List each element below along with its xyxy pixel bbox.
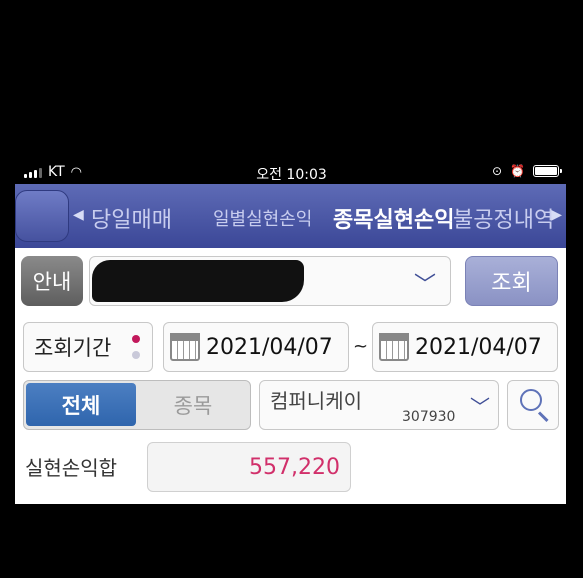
period-row: 조회기간 2021/04/07 ~ 2021/04/07	[15, 320, 566, 374]
account-select[interactable]: 3 ﹀	[89, 256, 451, 306]
redaction-mask	[92, 260, 304, 302]
tab-daily-realized-pl[interactable]: 일별실현손익	[213, 205, 312, 231]
stock-toggle-button[interactable]: 종목	[138, 383, 248, 426]
status-right: ⊙ ⏰	[491, 164, 562, 178]
battery-icon	[533, 165, 562, 177]
summary-row: 실현손익합 557,220	[15, 440, 566, 498]
rotation-lock-icon: ⊙	[491, 164, 503, 178]
chevron-down-icon: ﹀	[413, 273, 436, 298]
tab-stock-realized-pl[interactable]: 종목실현손익	[333, 202, 454, 234]
tab-unfair-history[interactable]: 불공정내역	[453, 202, 554, 234]
stock-search-button[interactable]	[507, 380, 559, 430]
tab-bar: ◀ 당일매매 일별실현손익 종목실현손익 불공정내역 ▶	[15, 184, 566, 248]
stock-select[interactable]: 컴퍼니케이 307930 ﹀	[259, 380, 499, 430]
stock-code: 307930	[402, 409, 456, 425]
page-dots	[132, 335, 140, 359]
search-icon	[520, 389, 542, 411]
end-date-value: 2021/04/07	[415, 334, 542, 360]
chevron-down-icon: ﹀	[470, 395, 490, 419]
alarm-icon: ⏰	[510, 164, 525, 178]
period-selector[interactable]: 조회기간	[23, 322, 153, 372]
dot-active	[132, 335, 140, 343]
status-bar: KT ◠ 오전 10:03 ⊙ ⏰	[0, 160, 583, 184]
tab-scroll-left-icon[interactable]: ◀	[73, 207, 84, 223]
tab-daily-trade[interactable]: 당일매매	[91, 202, 172, 234]
realized-pl-total-label: 실현손익합	[25, 456, 117, 480]
start-date-field[interactable]: 2021/04/07	[163, 322, 349, 372]
scope-toggle: 전체 종목	[23, 380, 251, 430]
stock-name: 컴퍼니케이	[270, 389, 362, 413]
account-row: 안내 3 ﹀ 조회	[15, 254, 566, 308]
back-button[interactable]	[15, 190, 69, 242]
filter-row: 전체 종목 컴퍼니케이 307930 ﹀	[15, 378, 566, 432]
tab-scroll-right-icon[interactable]: ▶	[551, 207, 562, 223]
search-icon-handle	[537, 411, 549, 423]
period-label: 조회기간	[34, 336, 112, 360]
end-date-field[interactable]: 2021/04/07	[372, 322, 558, 372]
realized-pl-total-value: 557,220	[147, 442, 351, 492]
calendar-icon	[379, 333, 409, 361]
date-separator: ~	[353, 336, 369, 357]
dot-inactive	[132, 351, 140, 359]
calendar-icon	[170, 333, 200, 361]
query-button[interactable]: 조회	[465, 256, 558, 306]
app-screen: ◀ 당일매매 일별실현손익 종목실현손익 불공정내역 ▶ 안내 3 ﹀ 조회 조…	[15, 184, 566, 504]
guide-button[interactable]: 안내	[21, 256, 83, 306]
start-date-value: 2021/04/07	[206, 334, 333, 360]
all-toggle-button[interactable]: 전체	[26, 383, 136, 426]
